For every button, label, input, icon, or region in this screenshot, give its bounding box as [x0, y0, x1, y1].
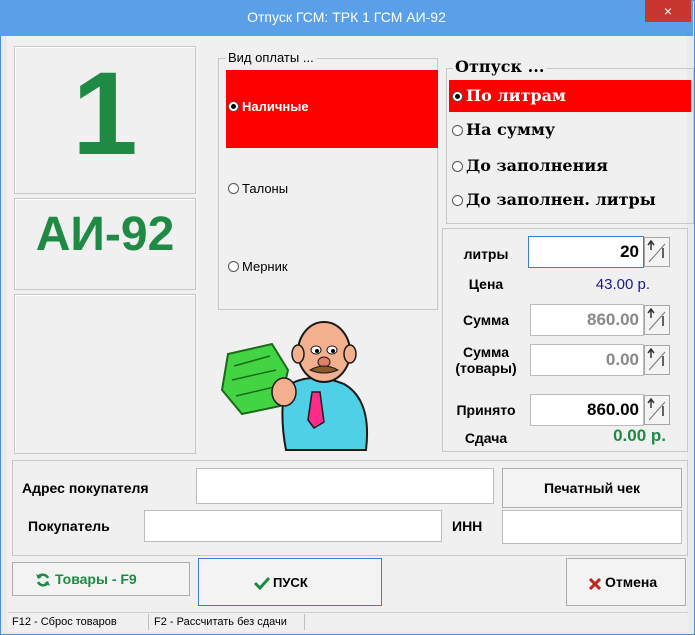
radio-icon	[228, 261, 239, 272]
status-separator	[304, 614, 305, 630]
liters-spin-button[interactable]	[644, 237, 670, 267]
spin-arrows-icon	[647, 239, 666, 263]
dispense-option-label: По литрам	[466, 86, 566, 105]
accepted-input[interactable]: 860.00	[530, 394, 644, 426]
radio-icon	[228, 183, 239, 194]
start-button[interactable]: ПУСК	[198, 558, 382, 606]
dispense-option-fill-liters[interactable]: До заполнен. литры	[452, 190, 688, 212]
dispense-option-label: До заполнения	[466, 156, 608, 175]
cancel-button-label: Отмена	[605, 574, 658, 590]
address-label: Адрес покупателя	[22, 480, 149, 496]
start-button-label: ПУСК	[273, 575, 308, 590]
payment-option-coupons[interactable]: Талоны	[228, 180, 398, 198]
radio-icon	[228, 101, 239, 112]
sum-spin-button[interactable]	[644, 305, 670, 335]
dispense-option-fill[interactable]: До заполнения	[452, 156, 688, 178]
inn-label: ИНН	[452, 518, 483, 534]
fuel-name: АИ-92	[35, 208, 175, 261]
close-button[interactable]: ×	[645, 0, 691, 22]
payment-option-measure[interactable]: Мерник	[228, 258, 398, 276]
radio-icon	[452, 125, 463, 136]
dispense-legend: Отпуск ...	[453, 57, 547, 76]
status-item-calc-no-change: F2 - Рассчитать без сдачи	[154, 616, 287, 628]
payment-option-cash[interactable]: Наличные	[228, 98, 398, 116]
dispense-option-liters[interactable]: По литрам	[452, 86, 688, 108]
address-input[interactable]	[196, 468, 494, 504]
pump-number: 1	[72, 48, 138, 180]
price-value: 43.00 р.	[595, 276, 650, 293]
payment-option-label: Мерник	[242, 259, 288, 274]
dispense-option-label: До заполнен. литры	[466, 190, 656, 209]
payment-option-label: Талоны	[242, 181, 289, 196]
sum-input[interactable]: 860.00	[530, 304, 644, 336]
change-label: Сдача	[464, 430, 508, 446]
goods-sum-input[interactable]: 0.00	[530, 344, 644, 376]
status-item-reset-goods: F12 - Сброс товаров	[12, 616, 117, 628]
blank-panel	[14, 294, 196, 454]
goods-sum-spin-button[interactable]	[644, 345, 670, 375]
radio-icon	[452, 195, 463, 206]
buyer-label: Покупатель	[28, 518, 110, 534]
accepted-label: Принято	[456, 402, 516, 418]
goods-button[interactable]: Товары - F9	[12, 562, 190, 596]
spin-arrows-icon	[647, 307, 666, 331]
spin-arrows-icon	[647, 397, 666, 421]
goods-sum-label-line2: (товары)	[455, 360, 517, 376]
goods-sum-label: Сумма (товары)	[446, 344, 526, 376]
print-receipt-button[interactable]: Печатный чек	[502, 468, 682, 508]
cancel-x-icon	[589, 578, 601, 590]
liters-label: литры	[463, 246, 509, 262]
checkmark-icon	[253, 576, 271, 590]
cancel-button[interactable]: Отмена	[566, 558, 686, 606]
dispense-option-sum[interactable]: На сумму	[452, 120, 688, 142]
payment-legend: Вид оплаты ...	[226, 50, 316, 65]
liters-input[interactable]: 20	[528, 236, 644, 268]
status-separator	[148, 614, 149, 630]
window-title: Отпуск ГСМ: ТРК 1 ГСМ АИ-92	[247, 9, 446, 25]
dispense-option-label: На сумму	[466, 120, 556, 139]
payment-option-label: Наличные	[242, 99, 309, 114]
mascot-illustration	[220, 321, 368, 451]
change-value: 0.00 р.	[613, 426, 666, 445]
goods-button-label: Товары - F9	[55, 571, 137, 587]
inn-input[interactable]	[502, 510, 682, 544]
goods-sum-label-line1: Сумма	[462, 344, 510, 360]
refresh-icon	[36, 573, 50, 587]
sum-label: Сумма	[462, 312, 510, 328]
accepted-spin-button[interactable]	[644, 395, 670, 425]
radio-icon	[452, 161, 463, 172]
spin-arrows-icon	[647, 347, 666, 371]
radio-icon	[452, 91, 463, 102]
buyer-input[interactable]	[144, 510, 442, 542]
price-label: Цена	[468, 276, 504, 292]
